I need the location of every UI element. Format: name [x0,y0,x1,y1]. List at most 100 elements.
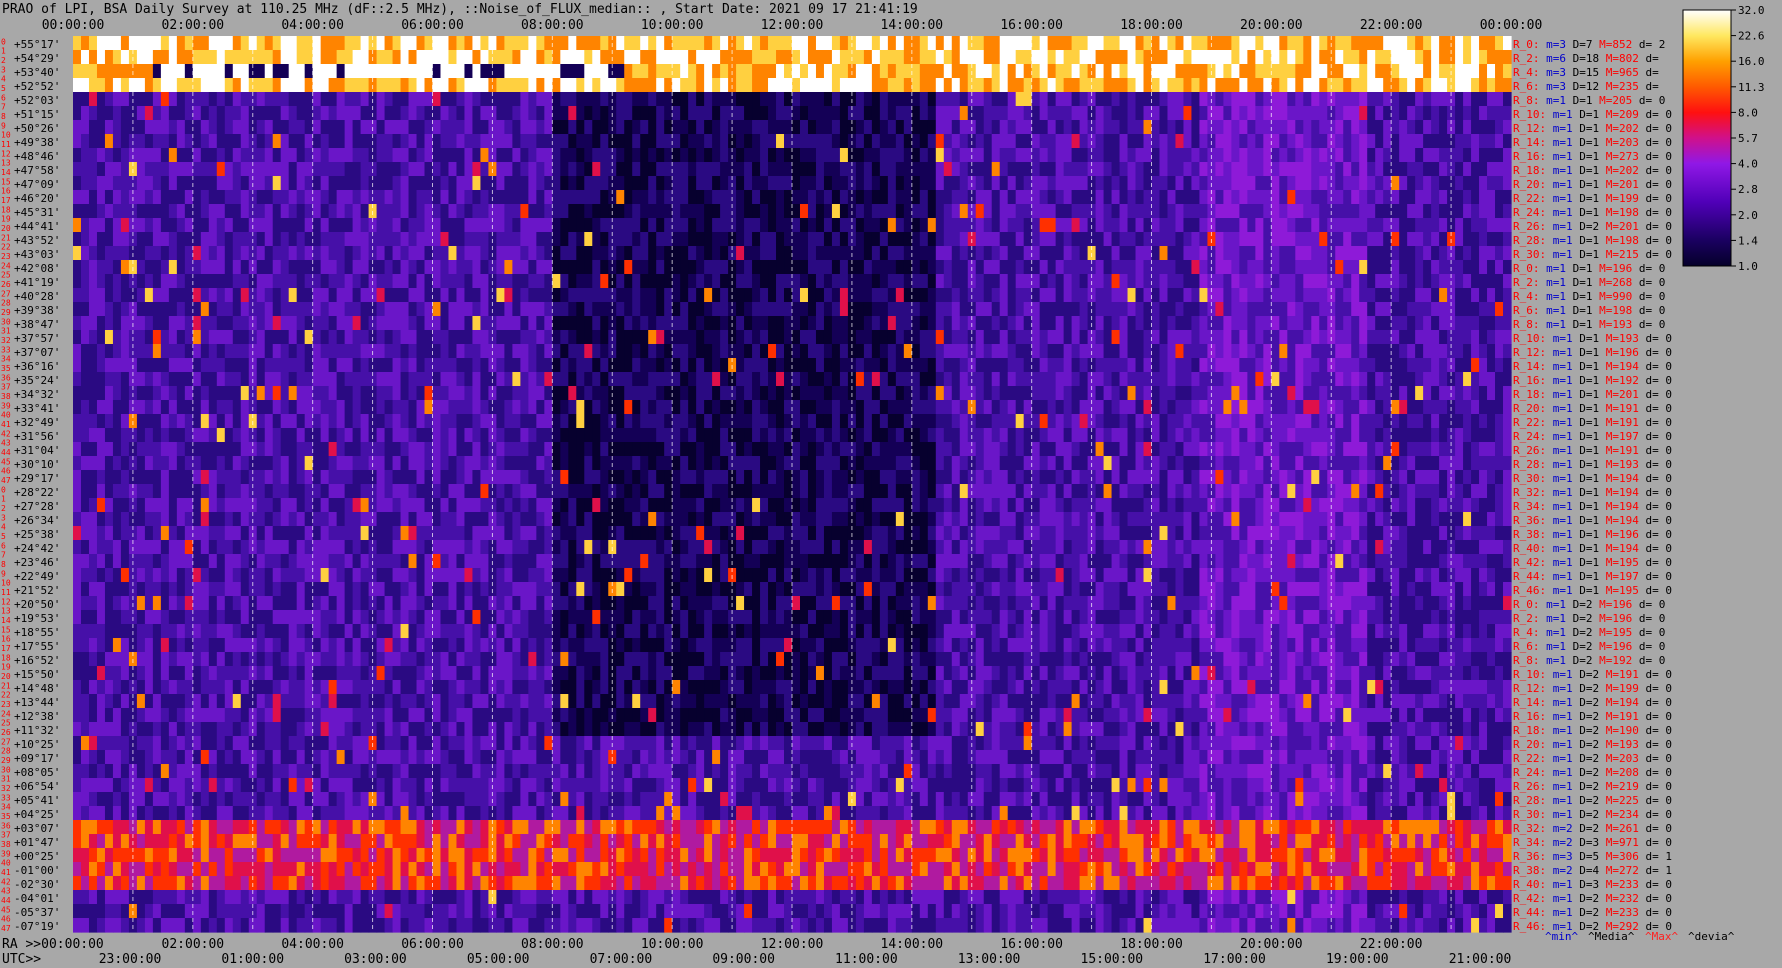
heatmap-cell [656,288,665,303]
heatmap-cell [648,176,657,191]
heatmap-cell [528,120,537,135]
heatmap-cell [863,288,873,303]
heatmap-cell [1351,36,1360,51]
heatmap-cell [456,330,466,345]
heatmap-cell [616,246,625,261]
heatmap-cell [863,190,873,205]
heatmap-cell [1471,92,1480,107]
heatmap-cell [1415,190,1424,205]
heatmap-cell [1495,386,1504,401]
heatmap-cell [240,162,250,177]
heatmap-cell [384,64,394,79]
heatmap-cell [664,78,673,93]
heatmap-cell [1407,134,1416,149]
heatmap-cell [1183,302,1193,317]
heatmap-cell [80,414,90,429]
heatmap-cell [1271,330,1280,345]
heatmap-cell [464,358,474,373]
heatmap-cell [504,358,513,373]
heatmap-cell [464,232,474,247]
heatmap-cell [1063,218,1073,233]
heatmap-cell [536,246,545,261]
heatmap-cell [983,400,993,415]
heatmap-cell [1007,288,1017,303]
heatmap-cell [104,50,114,65]
heatmap-cell [1255,162,1264,177]
heatmap-cell [160,64,170,79]
heatmap-cell [1343,120,1352,135]
heatmap-cell [1303,358,1312,373]
heatmap-cell [344,386,354,401]
heatmap-cell [1455,400,1464,415]
heatmap-cell [871,302,881,317]
heatmap-cell [616,92,625,107]
heatmap-cell [168,78,178,93]
heatmap-cell [208,64,218,79]
heatmap-cell [408,400,418,415]
heatmap-cell [1351,232,1360,247]
heatmap-cell [528,92,537,107]
heatmap-cell [312,246,322,261]
heatmap-cell [1375,120,1384,135]
heatmap-cell [1135,162,1145,177]
heatmap-cell [1079,400,1089,415]
heatmap-cell [272,218,282,233]
heatmap-cell [184,372,194,387]
heatmap-cell [104,106,114,121]
heatmap-cell [200,358,210,373]
heatmap-cell [1479,344,1488,359]
heatmap-cell [176,218,186,233]
heatmap-cell [456,344,466,359]
heatmap-cell [863,386,873,401]
heatmap-cell [815,120,825,135]
heatmap-cell [288,274,298,289]
heatmap-cell [1343,358,1352,373]
heatmap-cell [1343,288,1352,303]
heatmap-cell [744,386,753,401]
heatmap-cell [560,162,569,177]
heatmap-cell [927,120,937,135]
heatmap-cell [1383,64,1392,79]
heatmap-cell [1263,302,1272,317]
heatmap-cell [1103,204,1113,219]
heatmap-cell [1495,330,1504,345]
heatmap-cell [624,120,633,135]
heatmap-cell [536,344,545,359]
heatmap-cell [344,190,354,205]
heatmap-cell [536,50,545,65]
heatmap-cell [624,176,633,191]
heatmap-cell [520,414,529,429]
heatmap-cell [1071,386,1081,401]
heatmap-cell [400,386,410,401]
heatmap-cell [839,344,849,359]
heatmap-cell [688,330,697,345]
heatmap-cell [192,260,202,275]
heatmap-cell [776,92,785,107]
heatmap-cell [680,120,689,135]
heatmap-cell [951,330,961,345]
heatmap-cell [1295,330,1304,345]
heatmap-cell [416,400,426,415]
heatmap-cell [120,148,130,163]
heatmap-cell [1439,288,1448,303]
heatmap-cell [304,302,314,317]
heatmap-cell [96,78,106,93]
heatmap-cell [1199,330,1209,345]
heatmap-cell [760,50,769,65]
heatmap-cell [935,50,945,65]
heatmap-cell [1335,50,1344,65]
heatmap-cell [1263,50,1272,65]
heatmap-cell [272,302,282,317]
heatmap-cell [1295,106,1304,121]
heatmap-cell [1095,92,1105,107]
heatmap-cell [1463,120,1472,135]
heatmap-cell [192,232,202,247]
heatmap-cell [592,232,601,247]
heatmap-cell [456,148,466,163]
heatmap-cell [512,232,521,247]
heatmap-cell [384,344,394,359]
heatmap-cell [73,36,82,51]
heatmap-cell [784,106,793,121]
heatmap-cell [1383,330,1392,345]
heatmap-cell [1271,162,1280,177]
